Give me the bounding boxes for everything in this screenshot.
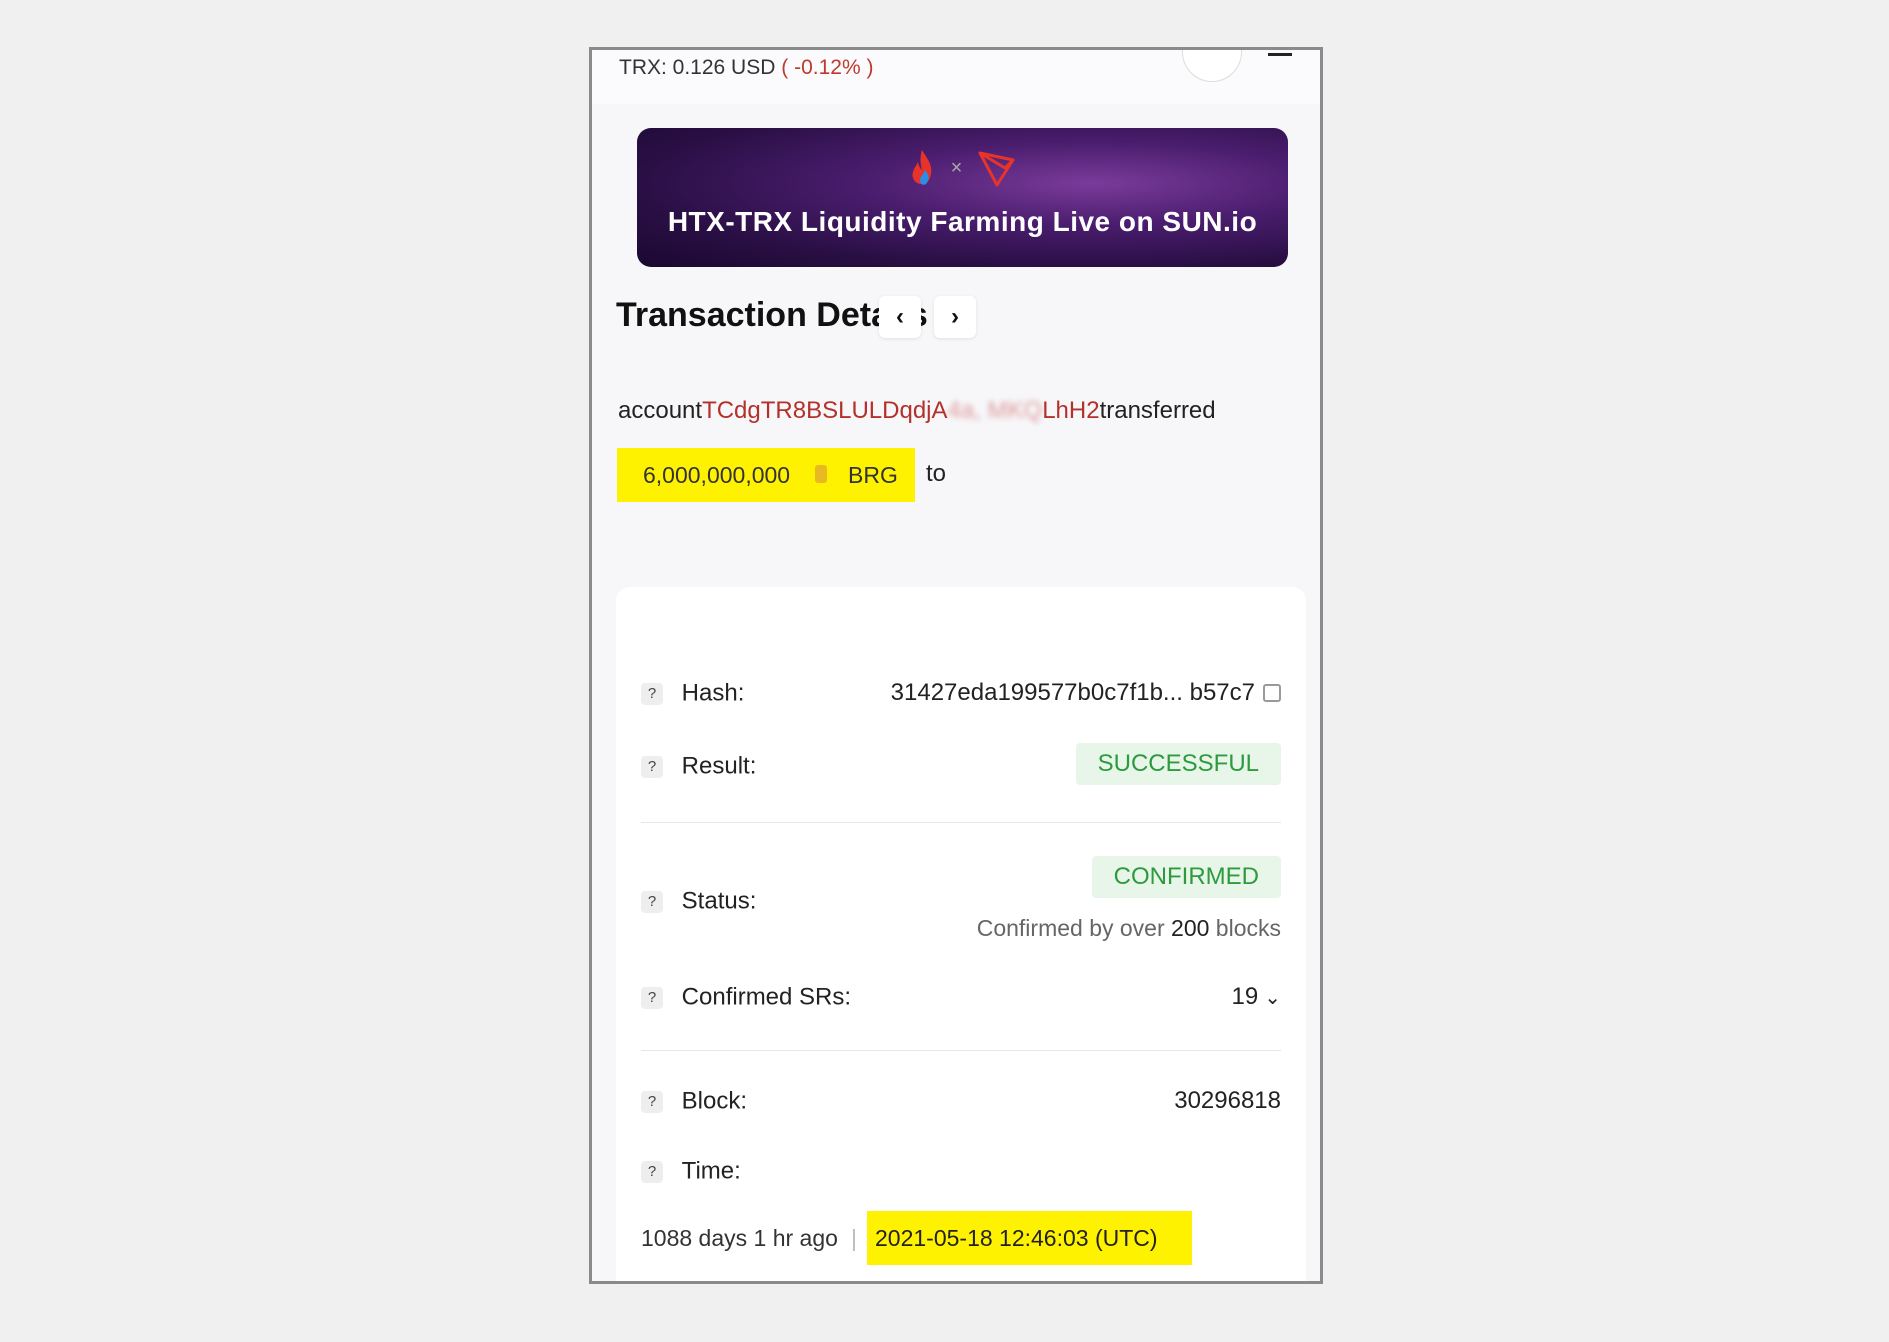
amount-value: 6,000,000,000 xyxy=(643,462,791,488)
time-label: Time: xyxy=(681,1157,741,1185)
result-badge-wrap: SUCCESSFUL xyxy=(1075,743,1281,785)
srs-row: ? Confirmed SRs: 19 ⌄ xyxy=(641,983,1281,1012)
price-change: ( -0.12% ) xyxy=(781,56,874,79)
confirmation-text: Confirmed by over 200 blocks xyxy=(977,915,1281,942)
address-redacted: 4a, MKQ xyxy=(947,397,1043,424)
prev-transaction-button[interactable]: ‹ xyxy=(879,296,921,338)
time-relative: 1088 days 1 hr ago xyxy=(641,1225,838,1251)
banner-separator: × xyxy=(950,156,963,179)
divider xyxy=(641,822,1281,823)
copy-icon[interactable] xyxy=(1263,684,1281,702)
address-start: TCdgTR8BSLULDqdjA xyxy=(702,397,948,424)
trx-price: TRX: 0.126 USD ( -0.12% ) xyxy=(619,56,873,80)
help-icon[interactable]: ? xyxy=(641,1160,663,1183)
srs-value: 19 xyxy=(1231,983,1259,1010)
srs-label: Confirmed SRs: xyxy=(681,983,852,1011)
htx-flame-icon xyxy=(912,150,932,185)
summary-prefix: account xyxy=(618,397,703,424)
promo-banner[interactable]: × HTX-TRX Liquidity Farming Live on SUN.… xyxy=(637,128,1288,267)
help-icon[interactable]: ? xyxy=(641,986,663,1009)
chevron-right-icon: › xyxy=(951,303,959,330)
tron-logo-icon xyxy=(978,151,1015,187)
summary-verb: transferred xyxy=(1099,397,1216,424)
time-separator: | xyxy=(851,1225,857,1251)
block-link[interactable]: 30296818 xyxy=(1174,1087,1281,1115)
token-icon xyxy=(815,465,827,483)
status-badge-wrap: CONFIRMED xyxy=(1091,856,1281,898)
top-bar: TRX: 0.126 USD ( -0.12% ) xyxy=(592,50,1320,104)
next-transaction-button[interactable]: › xyxy=(934,296,976,338)
block-row: ? Block: 30296818 xyxy=(641,1087,1281,1116)
result-badge: SUCCESSFUL xyxy=(1075,743,1281,785)
time-absolute: 2021-05-18 12:46:03 (UTC) xyxy=(867,1211,1192,1265)
result-label: Result: xyxy=(681,752,757,780)
menu-icon[interactable] xyxy=(1268,53,1292,56)
summary-to: to xyxy=(926,460,947,487)
block-label: Block: xyxy=(681,1087,748,1115)
token-link[interactable]: BRG xyxy=(848,448,898,502)
transfer-summary: accountTCdgTR8BSLULDqdjA4a, MKQLhH2trans… xyxy=(618,397,1216,425)
status-label: Status: xyxy=(681,887,757,915)
chevron-left-icon: ‹ xyxy=(896,303,904,330)
srs-dropdown[interactable]: 19 ⌄ xyxy=(1232,983,1281,1011)
banner-logos: × xyxy=(637,148,1288,192)
address-end: LhH2 xyxy=(1042,397,1100,424)
details-card: ? Hash: 31427eda199577b0c7f1b... b57c7 ?… xyxy=(616,587,1306,1281)
price-label: TRX: 0.126 USD xyxy=(619,56,776,79)
status-badge: CONFIRMED xyxy=(1091,856,1281,898)
hash-value: 31427eda199577b0c7f1b... b57c7 xyxy=(890,679,1255,706)
banner-title: HTX-TRX Liquidity Farming Live on SUN.io xyxy=(667,206,1258,237)
help-icon[interactable]: ? xyxy=(641,1090,663,1113)
wallet-icon[interactable] xyxy=(1182,50,1242,82)
hash-row: ? Hash: 31427eda199577b0c7f1b... b57c7 xyxy=(641,679,1281,708)
transfer-amount: 6,000,000,000 BRG xyxy=(617,448,915,502)
confirmed-suffix: blocks xyxy=(1215,915,1281,941)
hash-value-wrap: 31427eda199577b0c7f1b... b57c7 xyxy=(891,679,1281,707)
hash-label: Hash: xyxy=(681,679,745,707)
confirmed-blocks: 200 xyxy=(1171,915,1210,941)
result-row: ? Result: SUCCESSFUL xyxy=(641,743,1281,785)
confirmed-prefix: Confirmed by over xyxy=(976,915,1165,941)
time-row: ? Time: xyxy=(641,1157,1281,1186)
help-icon[interactable]: ? xyxy=(641,682,663,705)
phone-frame: TRX: 0.126 USD ( -0.12% ) × HTX-TRX Liqu… xyxy=(589,47,1323,1284)
help-icon[interactable]: ? xyxy=(641,755,663,778)
chevron-down-icon: ⌄ xyxy=(1264,987,1281,1009)
from-address-link[interactable]: TCdgTR8BSLULDqdjA4a, MKQLhH2 xyxy=(702,397,1100,424)
help-icon[interactable]: ? xyxy=(641,890,663,913)
divider xyxy=(641,1050,1281,1051)
